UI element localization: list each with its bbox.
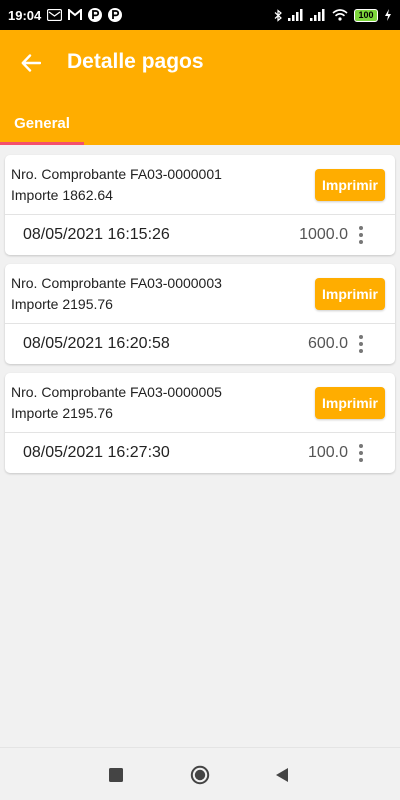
more-vert-icon[interactable]	[353, 439, 369, 467]
payment-datetime: 08/05/2021 16:15:26	[23, 226, 170, 243]
payment-card-detail: 08/05/2021 16:27:30 100.0	[5, 433, 395, 473]
arrow-left-icon	[21, 54, 41, 72]
payment-datetime: 08/05/2021 16:27:30	[23, 444, 170, 461]
status-time: 19:04	[8, 7, 42, 23]
charging-icon	[384, 9, 392, 21]
payment-card-detail: 08/05/2021 16:20:58 600.0	[5, 324, 395, 364]
payment-card-header: Nro. Comprobante FA03-0000001 Importe 18…	[5, 155, 395, 215]
recents-square-icon[interactable]	[103, 762, 129, 788]
bluetooth-icon	[274, 8, 282, 22]
print-button[interactable]: Imprimir	[315, 387, 385, 419]
home-circle-icon[interactable]	[187, 762, 213, 788]
back-button[interactable]	[14, 48, 48, 78]
payment-card: Nro. Comprobante FA03-0000001 Importe 18…	[5, 155, 395, 255]
tab-general[interactable]: General	[0, 102, 84, 145]
status-left: 19:04	[8, 7, 123, 23]
payment-card-detail: 08/05/2021 16:15:26 1000.0	[5, 215, 395, 255]
page-title: Detalle pagos	[67, 50, 204, 73]
parking-icon	[88, 8, 103, 22]
more-vert-icon[interactable]	[353, 221, 369, 249]
payment-datetime: 08/05/2021 16:20:58	[23, 335, 170, 352]
payment-card: Nro. Comprobante FA03-0000003 Importe 21…	[5, 264, 395, 364]
system-nav-bar	[0, 747, 400, 800]
print-button[interactable]: Imprimir	[315, 278, 385, 310]
payments-list: Nro. Comprobante FA03-0000001 Importe 18…	[5, 155, 395, 473]
tab-indicator	[0, 142, 84, 145]
status-bar: 19:04 100	[0, 0, 400, 30]
wifi-icon	[332, 9, 348, 21]
status-right: 100	[274, 8, 392, 22]
payment-card-header: Nro. Comprobante FA03-0000003 Importe 21…	[5, 264, 395, 324]
signal-icon	[288, 9, 304, 21]
parking-icon	[108, 8, 123, 22]
signal-icon	[310, 9, 326, 21]
payment-card-header: Nro. Comprobante FA03-0000005 Importe 21…	[5, 373, 395, 433]
payment-amount: 1000.0	[299, 226, 348, 243]
payment-amount: 100.0	[307, 444, 348, 461]
app-bar: Detalle pagos General	[0, 30, 400, 145]
more-vert-icon[interactable]	[353, 330, 369, 358]
battery-icon: 100	[354, 8, 378, 22]
gmail-icon	[68, 9, 83, 21]
tab-general-label: General	[14, 115, 70, 132]
payment-card: Nro. Comprobante FA03-0000005 Importe 21…	[5, 373, 395, 473]
print-button[interactable]: Imprimir	[315, 169, 385, 201]
mail-icon	[47, 9, 63, 21]
back-triangle-icon[interactable]	[269, 762, 295, 788]
payment-amount: 600.0	[307, 335, 348, 352]
